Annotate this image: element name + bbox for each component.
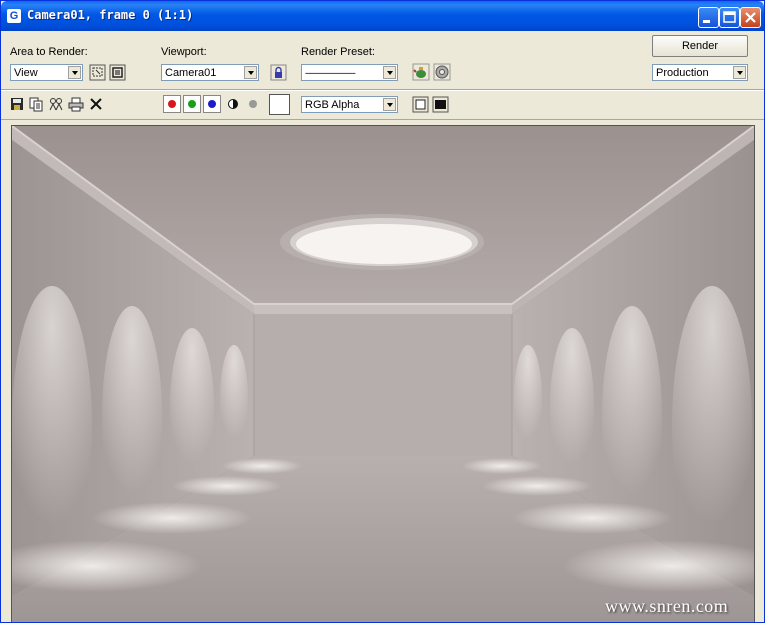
render-viewport[interactable]: [1, 125, 764, 622]
lock-icon: [270, 64, 287, 81]
minimize-icon: [703, 20, 710, 23]
viewport-label: Viewport:: [161, 46, 207, 58]
chevron-down-icon: [733, 66, 746, 79]
copy-image-button[interactable]: [28, 96, 44, 112]
window-title: Camera01, frame 0 (1:1): [27, 8, 194, 22]
red-channel-button[interactable]: [163, 95, 181, 113]
chevron-down-icon: [244, 66, 257, 79]
render-preset-value: -------------------------: [305, 68, 356, 78]
title-bar[interactable]: G Camera01, frame 0 (1:1): [1, 1, 764, 31]
area-to-render-dropdown[interactable]: View: [10, 64, 83, 81]
save-icon: [11, 98, 23, 110]
display-background-button[interactable]: [432, 96, 449, 113]
gray-dot-icon: [249, 100, 257, 108]
app-icon: G: [7, 9, 21, 23]
chevron-down-icon: [68, 66, 81, 79]
blue-channel-button[interactable]: [203, 95, 221, 113]
monochrome-button[interactable]: [245, 96, 261, 112]
printer-icon: [68, 97, 84, 112]
print-image-button[interactable]: [68, 96, 84, 112]
render-setup-button[interactable]: [412, 63, 430, 81]
black-frame-icon: [432, 96, 449, 113]
half-circle-icon: [228, 99, 238, 109]
chevron-down-icon: [383, 66, 396, 79]
edit-region-button[interactable]: [89, 64, 106, 81]
frame-icon: [109, 64, 126, 81]
clone-icon: [49, 98, 63, 111]
clone-window-button[interactable]: [48, 96, 64, 112]
red-dot-icon: [168, 100, 176, 108]
auto-region-button[interactable]: [109, 64, 126, 81]
close-button[interactable]: [740, 7, 761, 28]
divider: [1, 90, 764, 91]
copy-icon: [29, 97, 43, 112]
environment-button[interactable]: [433, 63, 451, 81]
lock-viewport-button[interactable]: [270, 64, 287, 81]
viewport-dropdown[interactable]: Camera01: [161, 64, 259, 81]
alpha-channel-button[interactable]: [225, 96, 241, 112]
frame-icon: [412, 96, 429, 113]
render-button[interactable]: Render: [652, 35, 748, 57]
green-channel-button[interactable]: [183, 95, 201, 113]
color-swatch[interactable]: [269, 94, 290, 115]
area-to-render-label: Area to Render:: [10, 46, 88, 58]
render-preset-label: Render Preset:: [301, 46, 375, 58]
channel-display-dropdown[interactable]: RGB Alpha: [301, 96, 398, 113]
render-preset-dropdown[interactable]: -------------------------: [301, 64, 398, 81]
close-icon: [90, 98, 102, 110]
channel-display-value: RGB Alpha: [305, 99, 360, 111]
viewport-value: Camera01: [165, 67, 217, 79]
teapot-icon: [412, 63, 430, 81]
divider: [1, 119, 764, 120]
minimize-button[interactable]: [698, 7, 719, 28]
green-dot-icon: [188, 100, 196, 108]
save-image-button[interactable]: [9, 96, 25, 112]
clear-button[interactable]: [88, 96, 104, 112]
chevron-down-icon: [383, 98, 396, 111]
maximize-icon: [723, 11, 736, 23]
render-frame-window: G Camera01, frame 0 (1:1) Area to Render…: [0, 0, 765, 623]
blue-dot-icon: [208, 100, 216, 108]
gear-icon: [433, 63, 451, 81]
close-icon: [745, 12, 756, 23]
display-toggle-button[interactable]: [412, 96, 429, 113]
maximize-button[interactable]: [719, 7, 740, 28]
render-mode-value: Production: [656, 67, 709, 79]
rendered-image: [1, 125, 764, 622]
region-icon: [89, 64, 106, 81]
area-to-render-value: View: [14, 67, 38, 79]
watermark-text: www.snren.com: [605, 596, 729, 616]
render-mode-dropdown[interactable]: Production: [652, 64, 748, 81]
